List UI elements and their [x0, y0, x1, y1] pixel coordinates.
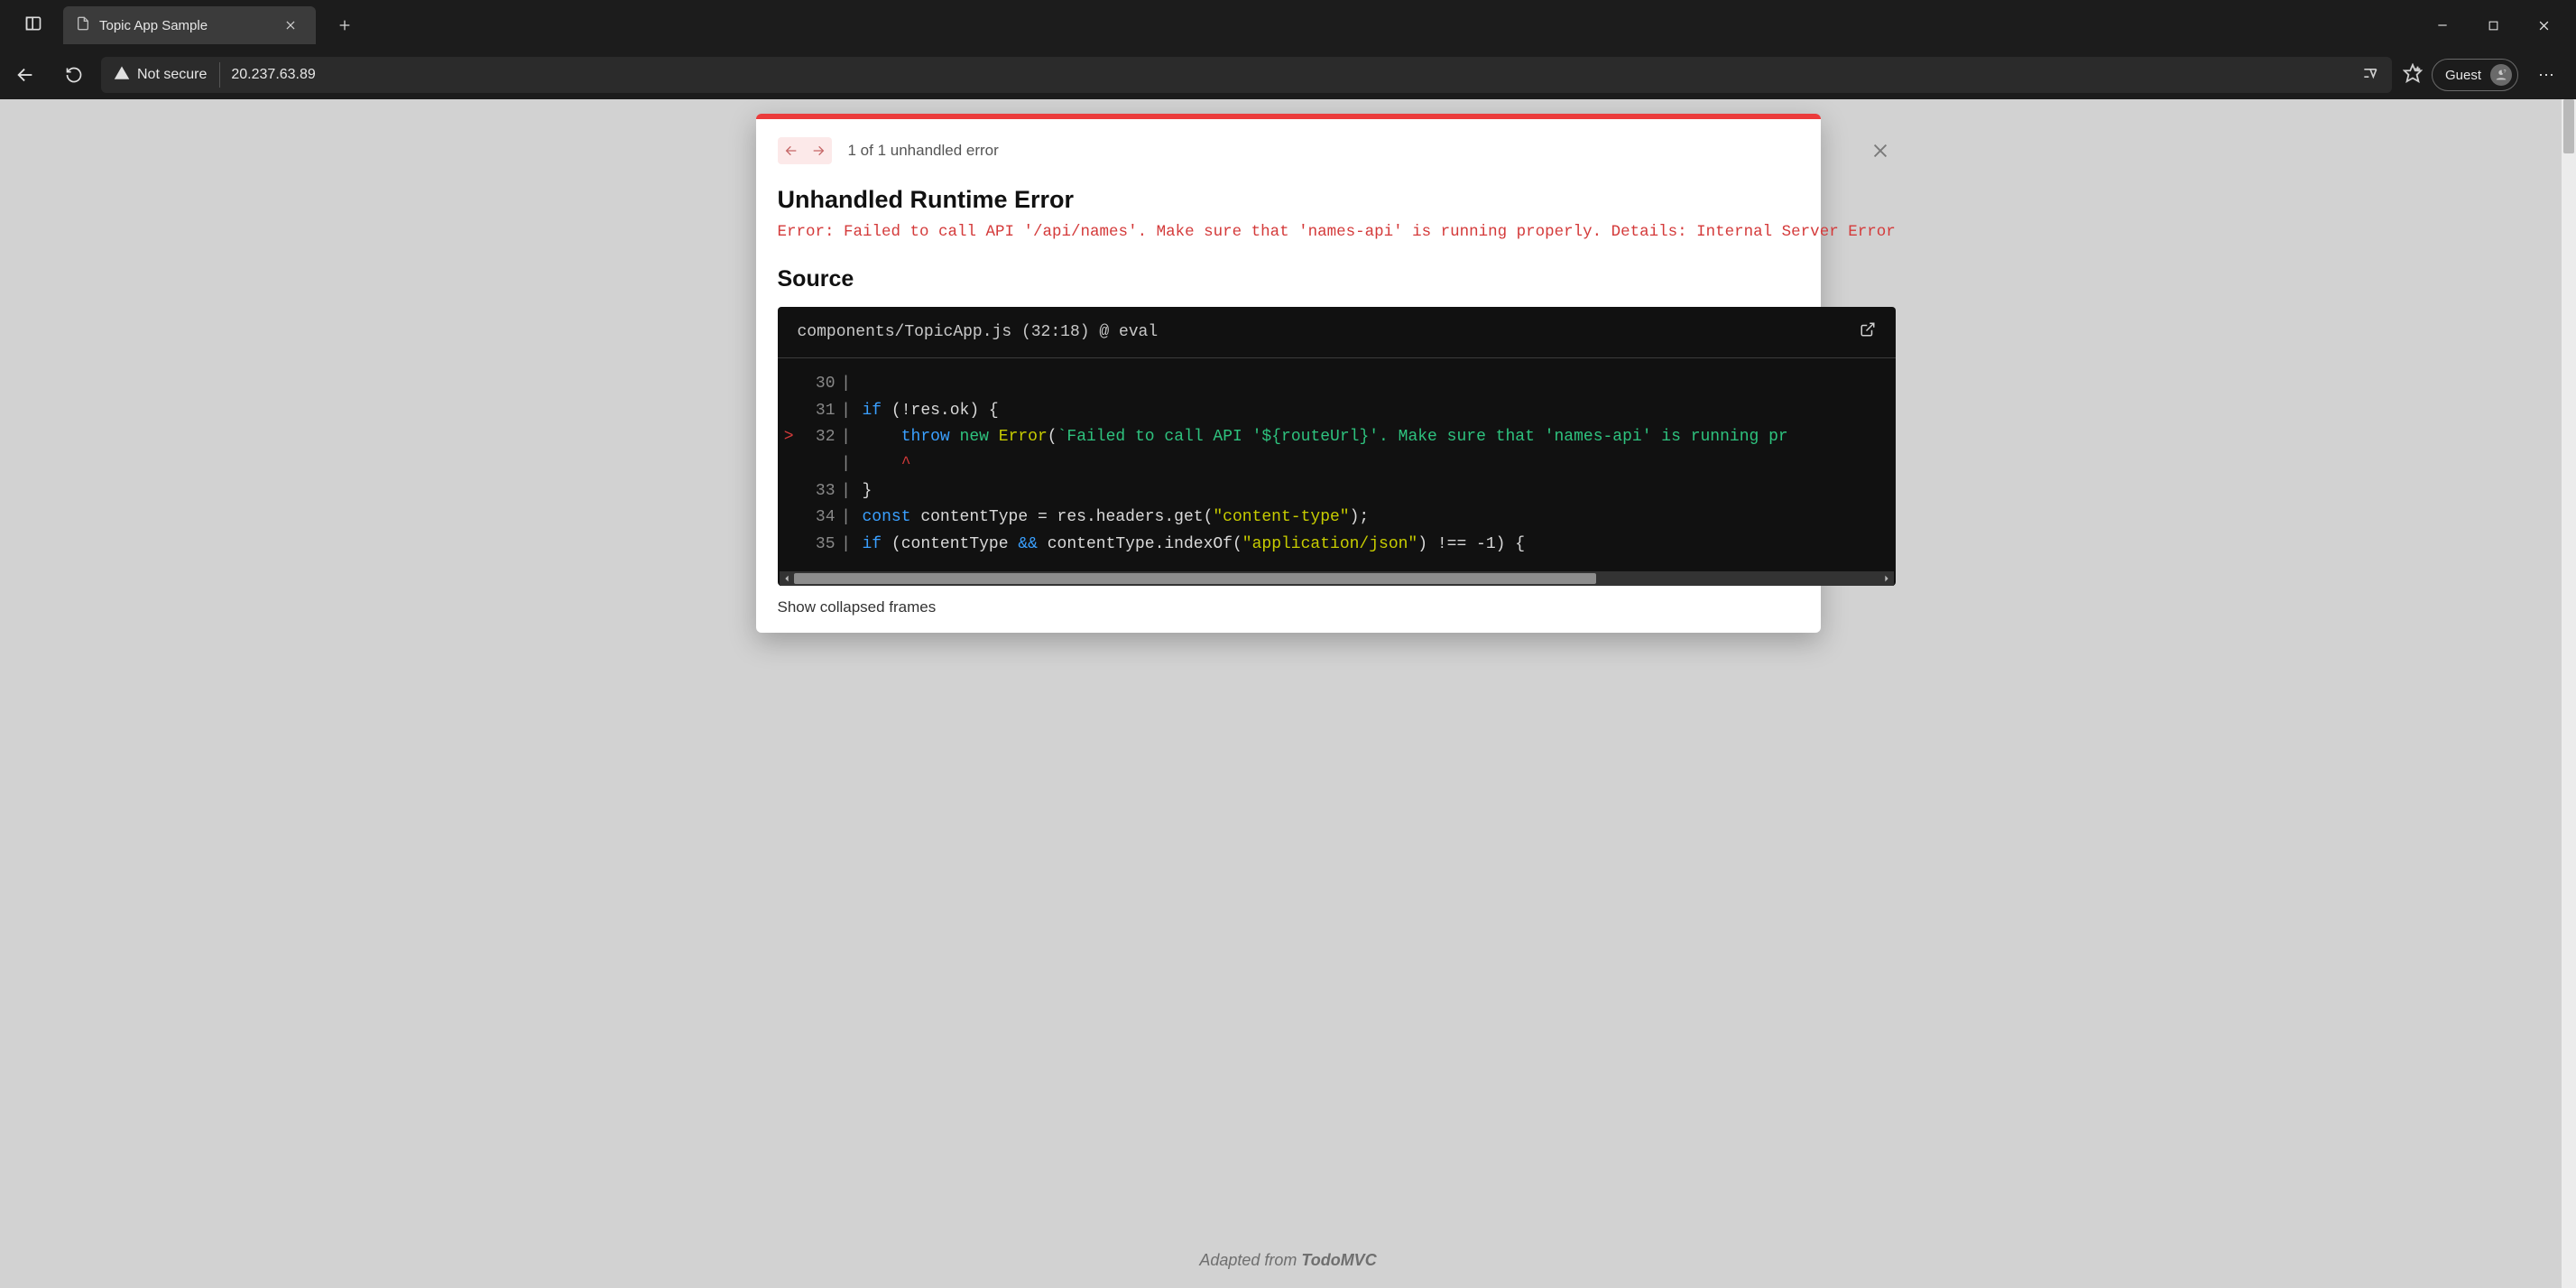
not-secure-label: Not secure: [137, 67, 207, 83]
svg-text:?: ?: [2504, 69, 2507, 75]
refresh-button[interactable]: [52, 53, 96, 97]
menu-button[interactable]: ⋯: [2527, 55, 2567, 95]
error-overlay: 1 of 1 unhandled error Unhandled Runtime…: [756, 114, 1821, 633]
code-horizontal-scrollbar[interactable]: [780, 571, 1894, 586]
error-count: 1 of 1 unhandled error: [848, 142, 999, 160]
tab-close-button[interactable]: [278, 13, 303, 38]
code-line: >32| throw new Error(`Failed to call API…: [778, 424, 1896, 451]
tab-title: Topic App Sample: [99, 18, 269, 33]
code-line: | ^: [778, 451, 1896, 478]
footer-prefix: Adapted from: [1199, 1251, 1301, 1269]
warning-icon: [114, 65, 130, 86]
page-icon: [76, 16, 90, 35]
scroll-left-icon[interactable]: [780, 571, 794, 586]
page-scrollbar-thumb[interactable]: [2563, 99, 2574, 153]
code-body: 30|31|if (!res.ok) {>32| throw new Error…: [778, 358, 1896, 571]
profile-button[interactable]: Guest ?: [2432, 59, 2518, 91]
page-scrollbar[interactable]: [2562, 99, 2576, 1288]
close-window-button[interactable]: [2518, 0, 2569, 51]
favorites-button[interactable]: [2403, 63, 2423, 88]
tab-actions-button[interactable]: [7, 14, 60, 37]
tab-manager-icon: [24, 14, 42, 37]
code-line: 34|const contentType = res.headers.get("…: [778, 505, 1896, 532]
error-prev-button[interactable]: [778, 137, 805, 164]
omnibox[interactable]: Not secure 20.237.63.89: [101, 57, 2392, 93]
open-in-editor-button[interactable]: [1860, 321, 1876, 343]
security-indicator[interactable]: Not secure: [114, 62, 220, 88]
show-collapsed-frames-button[interactable]: Show collapsed frames: [778, 598, 1896, 616]
browser-tab[interactable]: Topic App Sample: [63, 6, 316, 44]
page-footer: Adapted from TodoMVC: [0, 1251, 2576, 1270]
avatar-icon: ?: [2490, 64, 2512, 86]
address-bar: Not secure 20.237.63.89 Guest ? ⋯: [0, 51, 2576, 99]
url-text: 20.237.63.89: [231, 67, 315, 83]
window-controls: [2417, 0, 2569, 51]
code-line: 31|if (!res.ok) {: [778, 398, 1896, 425]
error-message: Error: Failed to call API '/api/names'. …: [778, 223, 1896, 241]
source-heading: Source: [778, 266, 1896, 292]
code-hscroll-thumb[interactable]: [794, 573, 1596, 584]
footer-link[interactable]: TodoMVC: [1301, 1251, 1376, 1269]
error-next-button[interactable]: [805, 137, 832, 164]
dialog-close-button[interactable]: [1865, 135, 1896, 166]
page-viewport: Adapted from TodoMVC 1 of 1 unhandled er…: [0, 99, 2576, 1288]
scroll-right-icon[interactable]: [1879, 571, 1894, 586]
code-line: 30|: [778, 371, 1896, 398]
error-title: Unhandled Runtime Error: [778, 186, 1896, 214]
error-nav: [778, 137, 832, 164]
code-location: components/TopicApp.js (32:18) @ eval: [798, 323, 1159, 341]
back-button[interactable]: [4, 53, 47, 97]
read-aloud-icon[interactable]: [2361, 64, 2379, 87]
titlebar: Topic App Sample: [0, 0, 2576, 51]
minimize-button[interactable]: [2417, 0, 2468, 51]
code-line: 35|if (contentType && contentType.indexO…: [778, 532, 1896, 559]
new-tab-button[interactable]: [332, 13, 357, 38]
profile-label: Guest: [2445, 68, 2481, 83]
maximize-button[interactable]: [2468, 0, 2518, 51]
code-panel: components/TopicApp.js (32:18) @ eval 30…: [778, 307, 1896, 586]
code-line: 33|}: [778, 478, 1896, 505]
